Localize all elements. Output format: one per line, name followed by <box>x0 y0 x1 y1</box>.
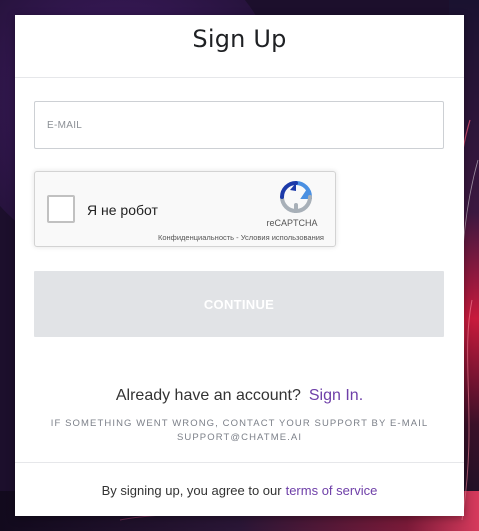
card-footer: By signing up, you agree to our terms of … <box>15 462 464 517</box>
terms-of-service-link[interactable]: terms of service <box>286 483 378 498</box>
email-field[interactable] <box>34 101 444 149</box>
recaptcha-link-separator: - <box>234 233 241 242</box>
recaptcha-links: Конфиденциальность - Условия использован… <box>158 233 324 242</box>
card-header: Sign Up <box>15 15 464 78</box>
recaptcha-label: Я не робот <box>87 202 158 218</box>
recaptcha-terms-link[interactable]: Условия использования <box>241 233 324 242</box>
recaptcha-widget: Я не робот reCAPTCHA Конфиденциальность … <box>34 171 336 247</box>
signup-card: Sign Up Я не робот reCAPTCHA Конфиденциа… <box>15 15 464 516</box>
support-note: IF SOMETHING WENT WRONG, CONTACT YOUR SU… <box>15 417 464 445</box>
recaptcha-privacy-link[interactable]: Конфиденциальность <box>158 233 234 242</box>
support-email: SUPPORT@CHATME.AI <box>176 432 303 443</box>
recaptcha-checkbox[interactable] <box>47 195 75 223</box>
support-note-line: IF SOMETHING WENT WRONG, CONTACT YOUR SU… <box>50 418 429 429</box>
signin-prompt-text: Already have an account? <box>115 387 301 404</box>
email-input[interactable] <box>35 102 443 148</box>
page-title: Sign Up <box>192 24 287 53</box>
recaptcha-brand: reCAPTCHA <box>266 218 318 228</box>
continue-button[interactable]: CONTINUE <box>34 271 444 337</box>
signin-prompt: Already have an account? Sign In. <box>15 387 464 405</box>
recaptcha-logo-icon <box>280 181 313 214</box>
signin-link[interactable]: Sign In. <box>309 387 363 404</box>
footer-text: By signing up, you agree to our <box>101 482 282 498</box>
